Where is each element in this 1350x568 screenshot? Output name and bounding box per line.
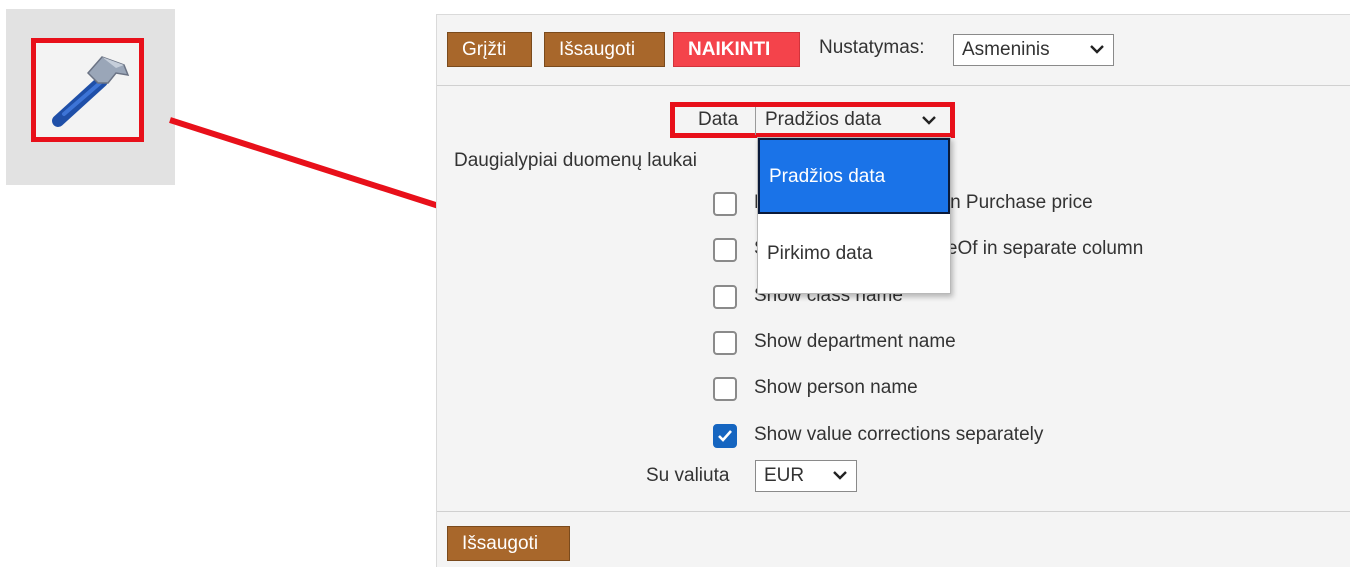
currency-select-value: EUR [764, 465, 805, 486]
chevron-down-icon [1090, 45, 1104, 54]
hammer-icon [52, 56, 130, 127]
preset-select-value: Asmeninis [962, 39, 1050, 60]
checkbox-checked[interactable] [713, 424, 737, 448]
chevron-down-icon [833, 471, 847, 480]
checkbox[interactable] [713, 377, 737, 401]
checkmark-icon [718, 430, 732, 442]
checkbox-label: Show person name [754, 377, 918, 398]
currency-label: Su valiuta [646, 465, 730, 486]
date-select-value: Pradžios data [765, 109, 882, 130]
delete-button[interactable]: NAIKINTI [673, 32, 800, 67]
back-button[interactable]: Grįžti [447, 32, 532, 67]
footer: Išsaugoti [437, 511, 1350, 568]
save-button[interactable]: Išsaugoti [544, 32, 665, 67]
date-dropdown-list: Pradžios data Pirkimo data [757, 137, 951, 294]
date-select[interactable]: Pradžios data [755, 107, 945, 135]
chevron-down-icon [922, 116, 936, 125]
checkbox[interactable] [713, 285, 737, 309]
toolbar: Grįžti Išsaugoti NAIKINTI Nustatymas: As… [437, 15, 1350, 86]
checkbox-label: Show department name [754, 331, 956, 352]
checkbox[interactable] [713, 192, 737, 216]
dropdown-option-start-date[interactable]: Pradžios data [758, 138, 950, 214]
hammer-icon-highlight[interactable] [31, 38, 144, 142]
checkbox[interactable] [713, 238, 737, 262]
multi-fields-label: Daugialypiai duomenų laukai [454, 150, 697, 171]
checkbox[interactable] [713, 331, 737, 355]
currency-select[interactable]: EUR [755, 460, 857, 492]
checkbox-label: Show value corrections separately [754, 424, 1044, 445]
preset-label: Nustatymas: [819, 37, 925, 58]
preset-select[interactable]: Asmeninis [953, 34, 1114, 66]
dropdown-option-purchase-date[interactable]: Pirkimo data [758, 218, 950, 288]
save-button-bottom[interactable]: Išsaugoti [447, 526, 570, 561]
